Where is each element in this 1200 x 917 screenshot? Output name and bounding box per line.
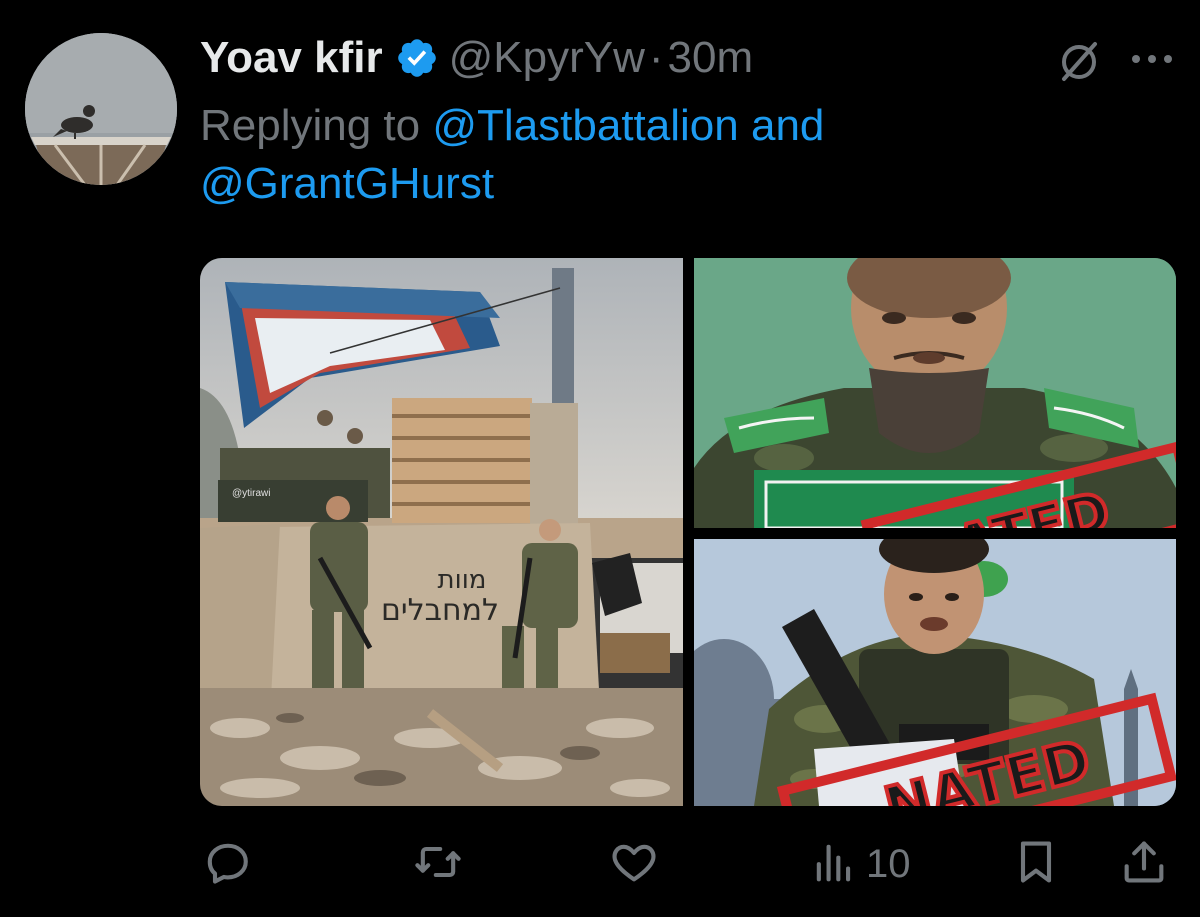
avatar[interactable] bbox=[25, 33, 177, 185]
mute-icon[interactable] bbox=[1053, 36, 1105, 88]
timestamp[interactable]: 30m bbox=[668, 30, 754, 86]
photo-bottom-right[interactable]: NATED bbox=[694, 539, 1176, 806]
verified-badge-icon bbox=[395, 36, 439, 80]
graffiti-line-1: מוות bbox=[438, 565, 487, 595]
graffiti-line-2: למחבלים bbox=[381, 593, 499, 628]
bookmark-icon bbox=[1010, 836, 1062, 893]
like-button[interactable] bbox=[608, 838, 660, 890]
media-grid: @ytirawi מוות למחבלים NATED bbox=[200, 258, 1176, 806]
like-icon bbox=[608, 836, 660, 893]
watermark-text: @ytirawi bbox=[232, 488, 271, 499]
separator-dot: · bbox=[648, 33, 664, 82]
reply-prefix: Replying to bbox=[200, 101, 421, 150]
share-icon bbox=[1118, 836, 1170, 893]
reply-and: and bbox=[750, 101, 825, 150]
bookmark-button[interactable] bbox=[1010, 838, 1062, 890]
views-icon bbox=[808, 836, 860, 893]
author-name[interactable]: Yoav kfir bbox=[200, 30, 383, 86]
author-handle[interactable]: @KpyrYw bbox=[449, 30, 645, 86]
avatar-image bbox=[25, 33, 177, 185]
reply-icon bbox=[202, 836, 254, 893]
views-button[interactable]: 10 bbox=[808, 838, 911, 890]
share-button[interactable] bbox=[1118, 838, 1170, 890]
views-count: 10 bbox=[866, 841, 911, 886]
replying-to: Replying to @Tlastbattalion and @GrantGH… bbox=[200, 97, 1000, 213]
photo-top-right[interactable]: ATED bbox=[694, 258, 1176, 528]
reply-mention-grantghurst[interactable]: @GrantGHurst bbox=[200, 159, 494, 208]
retweet-button[interactable] bbox=[412, 838, 464, 890]
tweet-header: Yoav kfir @KpyrYw · 30m bbox=[200, 30, 753, 86]
reply-button[interactable] bbox=[202, 838, 254, 890]
reply-mention-tlastbattalion[interactable]: @Tlastbattalion bbox=[432, 101, 738, 150]
action-bar: 10 bbox=[200, 830, 1176, 900]
retweet-icon bbox=[412, 836, 464, 893]
photo-soldiers[interactable]: @ytirawi מוות למחבלים bbox=[200, 258, 683, 806]
more-icon[interactable] bbox=[1130, 52, 1174, 66]
